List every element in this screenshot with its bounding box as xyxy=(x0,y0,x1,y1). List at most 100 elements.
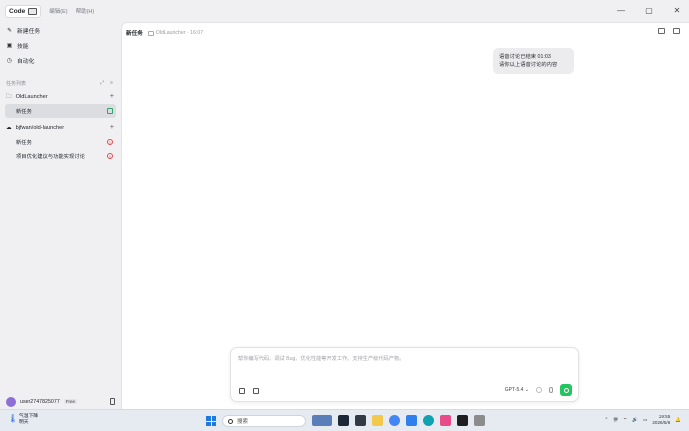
project-name: bjfwan/old-launcher xyxy=(15,124,65,131)
error-icon: ! xyxy=(107,139,113,145)
new-task-icon xyxy=(107,108,113,114)
main-header: 新任务 OldLauncher · 16:07 xyxy=(126,28,203,38)
edit-icon: ✎ xyxy=(7,27,12,34)
close-icon[interactable]: ✕ xyxy=(671,4,683,16)
weather-widget[interactable]: 🌡 气温下降 明天 xyxy=(8,414,38,426)
project-name: OldLauncher xyxy=(15,93,48,100)
chevron-down-icon: ⌄ xyxy=(524,387,529,393)
project-group-oldlauncher[interactable]: 🗀 OldLauncher + xyxy=(0,89,121,104)
header-actions xyxy=(658,28,680,34)
wifi-icon[interactable]: ⌔ xyxy=(623,417,627,423)
breadcrumb: OldLauncher · 16:07 xyxy=(147,30,204,36)
device-icon[interactable] xyxy=(110,398,115,405)
add-task-icon[interactable]: + xyxy=(110,93,114,100)
title-bar: Code 编辑(E) 帮助(H) — ▢ ✕ xyxy=(0,0,689,22)
menu-edit[interactable]: 编辑(E) xyxy=(49,7,67,15)
microphone-icon[interactable] xyxy=(549,387,553,393)
main-panel: 新任务 OldLauncher · 16:07 语音讨论已结束 01:03 请你… xyxy=(121,22,689,409)
clock-date: 2026/5/6 xyxy=(652,420,671,425)
task-item[interactable]: 项目优化建议与功能实现讨论 ! xyxy=(5,149,116,163)
taskbar-apps xyxy=(312,415,485,426)
section-label: 任务列表 xyxy=(6,80,27,87)
composer-actions: GPT-5.4 ⌄ xyxy=(505,384,572,396)
avatar xyxy=(6,396,16,407)
user-account[interactable]: user2747825077 Free xyxy=(0,394,121,409)
sidebar-item-label: 新建任务 xyxy=(17,29,41,35)
taskbar-search[interactable]: 搜索 xyxy=(222,415,306,427)
app-label: Code xyxy=(9,7,26,15)
model-selector[interactable]: GPT-5.4 ⌄ xyxy=(505,387,529,393)
skills-icon: ▣ xyxy=(6,42,13,49)
chevron-up-icon[interactable]: ⌃ xyxy=(605,417,609,423)
model-label: GPT-5.4 xyxy=(504,387,524,393)
user-name: user2747825077 xyxy=(20,398,60,405)
sidebar-item-skills[interactable]: ▣ 技能 xyxy=(0,38,121,53)
cloud-icon: ☁ xyxy=(6,124,12,131)
plan-badge: Free xyxy=(63,399,78,404)
weather-subtitle: 明天 xyxy=(19,420,29,425)
app-icon-code[interactable] xyxy=(457,415,468,426)
battery-icon[interactable]: ▭ xyxy=(643,417,647,423)
app-icon-terminal[interactable] xyxy=(355,415,366,426)
image-icon[interactable] xyxy=(253,388,259,394)
menu-help[interactable]: 帮助(H) xyxy=(76,7,95,15)
folder-icon xyxy=(147,30,154,36)
clock[interactable]: 19:55 2026/5/6 xyxy=(652,414,670,426)
app-icon-store[interactable] xyxy=(406,415,417,426)
sidebar-toggle-icon[interactable] xyxy=(673,28,680,34)
composer-tools xyxy=(239,388,259,394)
volume-icon[interactable]: 🔊 xyxy=(632,417,638,423)
sidebar-item-label: 自动化 xyxy=(17,59,35,65)
menu-bar: 编辑(E) 帮助(H) xyxy=(49,7,94,15)
composer-input[interactable]: 帮你编写代码、调试 Bug、优化性能等开发工作。支持生产级代码产物。 xyxy=(238,355,404,362)
app-icon-edge[interactable] xyxy=(423,415,434,426)
app-icon-music[interactable] xyxy=(440,415,451,426)
task-label: 新任务 xyxy=(16,109,32,115)
app-icon-folder[interactable] xyxy=(372,415,383,426)
thermometer-icon: 🌡 xyxy=(8,414,19,423)
task-label: 新任务 xyxy=(16,140,32,146)
add-task-icon[interactable]: + xyxy=(110,124,114,131)
project-group-old-launcher[interactable]: ☁ bjfwan/old-launcher + xyxy=(0,120,121,135)
maximize-icon[interactable]: ▢ xyxy=(643,4,655,16)
app-icon-files[interactable] xyxy=(474,415,485,426)
task-list-header: 任务列表 ⤢ ≡ xyxy=(0,77,121,89)
task-item[interactable]: 新任务 xyxy=(5,104,116,118)
panel-icon[interactable] xyxy=(658,28,665,34)
terminal-icon xyxy=(28,7,38,15)
edit-icon[interactable] xyxy=(239,388,245,394)
app-icon-steam[interactable] xyxy=(338,415,349,426)
task-label: 项目优化建议与功能实现讨论 xyxy=(16,154,85,160)
breadcrumb-text: OldLauncher · 16:07 xyxy=(155,30,204,36)
sidebar-item-new-task[interactable]: ✎ 新建任务 xyxy=(0,23,121,38)
sidebar: ✎ 新建任务 ▣ 技能 ◷ 自动化 任务列表 ⤢ ≡ 🗀 OldLauncher… xyxy=(0,22,121,409)
composer[interactable]: 帮你编写代码、调试 Bug、优化性能等开发工作。支持生产级代码产物。 GPT-5… xyxy=(230,347,579,402)
notification-icon[interactable]: 🔔 xyxy=(675,417,681,423)
page-title: 新任务 xyxy=(126,31,143,37)
clock-icon: ◷ xyxy=(6,57,13,64)
ime-indicator[interactable]: 拼 xyxy=(613,417,618,423)
system-tray: ⌃ 拼 ⌔ 🔊 ▭ 19:55 2026/5/6 🔔 xyxy=(605,414,682,426)
attach-icon[interactable] xyxy=(536,387,542,393)
search-icon xyxy=(228,418,233,424)
sidebar-item-automation[interactable]: ◷ 自动化 xyxy=(0,53,121,68)
sidebar-item-label: 技能 xyxy=(17,44,29,50)
window-controls: — ▢ ✕ xyxy=(615,4,683,16)
message-line: 语音讨论已结束 01:03 xyxy=(499,54,551,60)
app-icon-widget[interactable] xyxy=(312,415,332,426)
search-label: 搜索 xyxy=(237,419,249,425)
task-item[interactable]: 新任务 ! xyxy=(5,135,116,149)
filter-icon[interactable]: ≡ xyxy=(110,80,113,86)
folder-icon: 🗀 xyxy=(6,93,12,100)
send-button[interactable] xyxy=(560,384,572,396)
user-message: 语音讨论已结束 01:03 请你以上语音讨论的内容 xyxy=(493,48,574,74)
windows-start-icon[interactable] xyxy=(206,416,216,426)
expand-icon[interactable]: ⤢ xyxy=(100,80,104,86)
message-line: 请你以上语音讨论的内容 xyxy=(499,62,558,68)
os-taskbar: 🌡 气温下降 明天 搜索 ⌃ 拼 ⌔ 🔊 ▭ 19:55 2026/5/6 🔔 xyxy=(0,409,689,431)
error-icon: ! xyxy=(107,153,113,159)
app-icon-chrome[interactable] xyxy=(389,415,400,426)
send-icon xyxy=(563,387,569,393)
minimize-icon[interactable]: — xyxy=(615,4,627,16)
app-switcher[interactable]: Code xyxy=(5,4,42,18)
